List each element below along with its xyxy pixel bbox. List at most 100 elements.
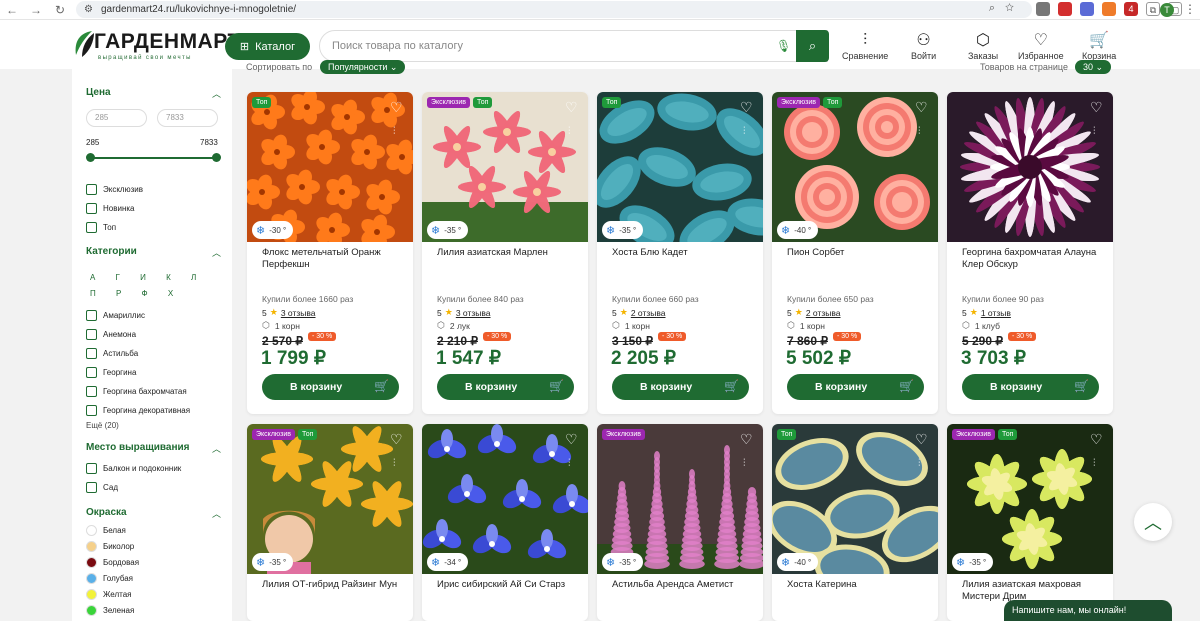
product-card[interactable]: Эксклюзив Топ ♡ ⫶ ❄ -40 ° Пион Сорбет Купили бо… [772, 92, 938, 414]
chevron-up-icon[interactable]: ︿ [212, 87, 221, 100]
compare-icon[interactable]: ⫶ [918, 458, 921, 469]
forward-icon[interactable]: → [24, 3, 48, 17]
search-button[interactable]: ⌕ [796, 30, 829, 62]
puzzle-icon[interactable]: ⧉ [1146, 2, 1160, 16]
show-more-link[interactable]: Ещё (20) [86, 421, 119, 430]
favorite-heart-icon[interactable]: ♡ [565, 431, 578, 448]
product-name[interactable]: Пион Сорбет [787, 247, 932, 259]
cart-link[interactable]: 🛒 Корзина [1082, 31, 1116, 61]
microphone-icon[interactable]: 🎙 [776, 39, 791, 53]
product-card[interactable]: ♡⫶❄Георгина бахромчатая Алауна Клер Обск… [947, 92, 1113, 414]
product-image[interactable] [247, 424, 413, 574]
product-name[interactable]: Хоста Блю Кадет [612, 247, 757, 259]
per-page-select[interactable]: 30 ⌄ [1075, 60, 1112, 74]
compare-icon[interactable]: ⫶ [1093, 458, 1096, 469]
product-name[interactable]: Хоста Катерина [787, 579, 932, 591]
favorite-heart-icon[interactable]: ♡ [740, 99, 753, 116]
compare-icon[interactable]: ⫶ [1093, 126, 1096, 137]
add-to-cart-button[interactable]: В корзину 🛒 [437, 374, 574, 400]
compare-icon[interactable]: ⫶ [918, 126, 921, 137]
extension-icon[interactable] [1080, 2, 1094, 16]
product-card[interactable]: Топ ♡ ⫶ ❄ -40 ° Хоста Катерина [772, 424, 938, 621]
favorite-heart-icon[interactable]: ♡ [390, 99, 403, 116]
color-option[interactable]: Бордовая [86, 557, 139, 568]
favorites-link[interactable]: ♡ Избранное [1018, 31, 1064, 61]
checkbox[interactable] [86, 222, 97, 233]
color-swatch[interactable] [86, 557, 97, 568]
site-info-icon[interactable]: ⚙ [84, 4, 93, 15]
compare-icon[interactable]: ⫶ [743, 126, 746, 137]
color-option[interactable]: Белая [86, 525, 126, 536]
product-image[interactable] [597, 92, 763, 242]
site-logo[interactable]: ГАРДЕНМАРТ выращивай свои мечты [72, 27, 240, 63]
checkbox[interactable] [86, 463, 97, 474]
product-image[interactable] [947, 424, 1113, 574]
product-card[interactable]: Эксклюзив Топ ♡ ⫶ ❄ -35 ° Лилия азиатская махр… [947, 424, 1113, 621]
reviews-link[interactable]: 1 отзыв [981, 308, 1011, 318]
chat-widget[interactable]: Напишите нам, мы онлайн! [1004, 600, 1172, 621]
product-image[interactable] [597, 424, 763, 574]
checkbox[interactable] [86, 310, 97, 321]
sort-select[interactable]: Популярности ⌄ [320, 60, 406, 74]
color-option[interactable]: Зеленая [86, 605, 134, 616]
color-option[interactable]: Желтая [86, 589, 132, 600]
product-name[interactable]: Георгина бахромчатая Алауна Клер Обскур [962, 247, 1107, 271]
price-max-input[interactable]: 7833 [157, 109, 218, 127]
reviews-link[interactable]: 2 отзыва [806, 308, 841, 318]
product-card[interactable]: ♡ ⫶ ❄ -34 ° Ирис сибирский Ай Си Старз [422, 424, 588, 621]
scroll-to-top-button[interactable]: ︿ [1134, 503, 1172, 541]
product-image[interactable] [772, 424, 938, 574]
place-checkbox[interactable]: Балкон и подоконник [86, 463, 181, 474]
color-swatch[interactable] [86, 525, 97, 536]
product-card[interactable]: Топ ♡ ⫶ ❄ -30 ° Флокс метельчатый Оранж Перфе… [247, 92, 413, 414]
product-card[interactable]: Эксклюзив Топ ♡ ⫶ ❄ -35 ° Лилия азиатская Марл… [422, 92, 588, 414]
category-checkbox[interactable]: Георгина бахромчатая [86, 386, 187, 397]
tag-checkbox-new[interactable]: Новинка [86, 203, 135, 214]
favorite-heart-icon[interactable]: ♡ [390, 431, 403, 448]
chevron-up-icon[interactable]: ︿ [212, 507, 221, 520]
favorite-heart-icon[interactable]: ♡ [915, 99, 928, 116]
product-name[interactable]: Лилия азиатская Марлен [437, 247, 582, 259]
checkbox[interactable] [86, 203, 97, 214]
product-image[interactable] [772, 92, 938, 242]
add-to-cart-button[interactable]: В корзину 🛒 [262, 374, 399, 400]
reviews-link[interactable]: 3 отзыва [281, 308, 316, 318]
product-name[interactable]: Флокс метельчатый Оранж Перфекшн [262, 247, 407, 271]
checkbox[interactable] [86, 482, 97, 493]
product-image[interactable] [422, 92, 588, 242]
product-name[interactable]: Ирис сибирский Ай Си Старз [437, 579, 582, 591]
category-checkbox[interactable]: Анемона [86, 329, 136, 340]
favorite-heart-icon[interactable]: ♡ [915, 431, 928, 448]
product-image[interactable] [247, 92, 413, 242]
price-slider-max-handle[interactable] [212, 153, 221, 162]
color-swatch[interactable] [86, 589, 97, 600]
color-swatch[interactable] [86, 573, 97, 584]
compare-icon[interactable]: ⫶ [568, 458, 571, 469]
alphabet-index[interactable]: А Г И К Л П Р Ф Х [90, 270, 215, 302]
place-checkbox[interactable]: Сад [86, 482, 118, 493]
pdf-extension-icon[interactable] [1058, 2, 1072, 16]
favorite-heart-icon[interactable]: ♡ [1090, 431, 1103, 448]
extension-icon[interactable] [1102, 2, 1116, 16]
color-option[interactable]: Биколор [86, 541, 134, 552]
price-slider-track[interactable] [89, 157, 216, 159]
compare-icon[interactable]: ⫶ [393, 458, 396, 469]
category-checkbox[interactable]: Амариллис [86, 310, 145, 321]
price-slider-min-handle[interactable] [86, 153, 95, 162]
catalog-button[interactable]: ⊞ Каталог [225, 33, 310, 60]
extension-badge-icon[interactable]: 4 [1124, 2, 1138, 16]
favorite-heart-icon[interactable]: ♡ [1090, 99, 1103, 116]
price-min-input[interactable]: 285 [86, 109, 147, 127]
reviews-link[interactable]: 3 отзыва [456, 308, 491, 318]
reload-icon[interactable]: ↻ [48, 3, 72, 17]
extension-icon[interactable] [1036, 2, 1050, 16]
tag-checkbox-exclusive[interactable]: Эксклюзив [86, 184, 143, 195]
login-link[interactable]: ⚇ Войти [911, 31, 936, 61]
color-swatch[interactable] [86, 605, 97, 616]
favorite-heart-icon[interactable]: ♡ [565, 99, 578, 116]
category-checkbox[interactable]: Астильба [86, 348, 138, 359]
address-bar[interactable]: ⚙ gardenmart24.ru/lukovichnye-i-mnogolet… [76, 1, 1032, 18]
search-input[interactable] [332, 31, 762, 61]
browser-menu-icon[interactable]: ⋮ [1184, 2, 1196, 16]
zoom-icon[interactable]: ⌕ [989, 2, 1005, 14]
